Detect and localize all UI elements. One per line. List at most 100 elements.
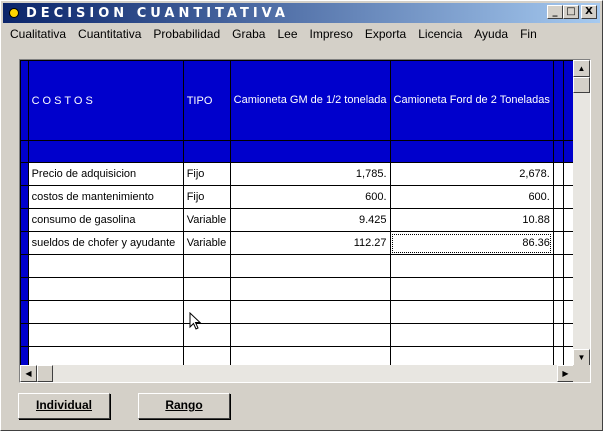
cell-tipo[interactable] — [182, 254, 231, 278]
menu-fin[interactable]: Fin — [513, 25, 542, 43]
cell-tipo[interactable]: Variable — [182, 231, 231, 255]
cell-v3[interactable] — [552, 231, 564, 255]
minimize-button[interactable]: _ — [547, 5, 563, 19]
cell-v3[interactable] — [552, 185, 564, 209]
horizontal-scrollbar[interactable]: ◀ ▶ — [20, 365, 574, 382]
cell-v1[interactable] — [229, 323, 391, 347]
cell-v1[interactable] — [229, 277, 391, 301]
header-col1[interactable]: Camioneta GM de 1/2 tonelada — [229, 60, 391, 141]
table-row — [20, 277, 574, 301]
scroll-down-button[interactable]: ▼ — [573, 349, 590, 366]
cell-costo[interactable]: Precio de adquisicion — [27, 162, 184, 186]
cell-v4[interactable] — [562, 208, 574, 232]
header-costos[interactable]: COSTOS — [27, 60, 184, 141]
header-col3[interactable] — [552, 60, 564, 141]
scroll-up-button[interactable]: ▲ — [573, 60, 590, 77]
cell-tipo[interactable] — [182, 346, 231, 366]
cell-costo[interactable]: sueldos de chofer y ayudante — [27, 231, 184, 255]
cell-v1[interactable] — [229, 300, 391, 324]
row-header[interactable] — [20, 208, 29, 232]
cell-tipo[interactable]: Variable — [182, 208, 231, 232]
title-bar[interactable]: DECISION CUANTITATIVA _ □ X — [3, 3, 600, 23]
cell-tipo[interactable] — [182, 277, 231, 301]
cell-v4[interactable] — [562, 162, 574, 186]
scroll-right-button[interactable]: ▶ — [557, 365, 574, 382]
sun-icon[interactable] — [6, 5, 22, 21]
cell-v1[interactable]: 112.27 — [229, 231, 391, 255]
cell-costo[interactable]: consumo de gasolina — [27, 208, 184, 232]
cell-costo[interactable] — [27, 277, 184, 301]
cell-v1[interactable] — [229, 254, 391, 278]
cell-v4[interactable] — [562, 254, 574, 278]
cell-v3[interactable] — [552, 277, 564, 301]
corner-cell — [20, 60, 29, 141]
cell-costo[interactable] — [27, 323, 184, 347]
cell-v2[interactable] — [389, 300, 554, 324]
close-button[interactable]: X — [581, 5, 597, 19]
header-tipo[interactable]: TIPO — [182, 60, 231, 141]
menu-impreso[interactable]: Impreso — [303, 25, 358, 43]
row-header[interactable] — [20, 277, 29, 301]
row-header[interactable] — [20, 185, 29, 209]
cell-v4[interactable] — [562, 346, 574, 366]
menu-probabilidad[interactable]: Probabilidad — [146, 25, 225, 43]
cell-v4[interactable] — [562, 323, 574, 347]
cell-costo[interactable]: costos de mantenimiento — [27, 185, 184, 209]
table-row: Precio de adquisicion Fijo 1,785. 2,678. — [20, 162, 574, 186]
menu-ayuda[interactable]: Ayuda — [467, 25, 513, 43]
header-col2[interactable]: Camioneta Ford de 2 Toneladas — [389, 60, 554, 141]
cell-v2[interactable] — [389, 254, 554, 278]
cell-v2-selected[interactable]: 86.36 — [389, 231, 554, 255]
menu-cuantitativa[interactable]: Cuantitativa — [71, 25, 146, 43]
cell-v2[interactable]: 600. — [389, 185, 554, 209]
menu-graba[interactable]: Graba — [225, 25, 270, 43]
cell-costo[interactable] — [27, 300, 184, 324]
cell-v2[interactable] — [389, 277, 554, 301]
cell-v3[interactable] — [552, 162, 564, 186]
row-header[interactable] — [20, 254, 29, 278]
cell-v4[interactable] — [562, 300, 574, 324]
menu-lee[interactable]: Lee — [270, 25, 302, 43]
menu-cualitativa[interactable]: Cualitativa — [3, 25, 71, 43]
row-header[interactable] — [20, 346, 29, 366]
cell-v4[interactable] — [562, 231, 574, 255]
cell-v1[interactable]: 600. — [229, 185, 391, 209]
vertical-scrollbar[interactable]: ▲ ▼ — [573, 60, 590, 366]
row-header[interactable] — [20, 300, 29, 324]
row-header[interactable] — [20, 323, 29, 347]
header-row: COSTOS TIPO Camioneta GM de 1/2 tonelada… — [20, 60, 574, 141]
cell-v4[interactable] — [562, 185, 574, 209]
menu-licencia[interactable]: Licencia — [411, 25, 467, 43]
cell-v4[interactable] — [562, 277, 574, 301]
cell-v3[interactable] — [552, 346, 564, 366]
rango-button[interactable]: Rango — [138, 393, 230, 419]
row-header[interactable] — [20, 231, 29, 255]
data-grid[interactable]: COSTOS TIPO Camioneta GM de 1/2 tonelada… — [19, 59, 591, 383]
cell-v3[interactable] — [552, 300, 564, 324]
individual-button[interactable]: Individual — [18, 393, 110, 419]
cell-v2[interactable]: 10.88 — [389, 208, 554, 232]
cell-costo[interactable] — [27, 346, 184, 366]
horizontal-scroll-thumb[interactable] — [37, 365, 53, 382]
table-row: consumo de gasolina Variable 9.425 10.88 — [20, 208, 574, 232]
maximize-button[interactable]: □ — [563, 5, 579, 19]
cell-v3[interactable] — [552, 254, 564, 278]
cell-v1[interactable]: 1,785. — [229, 162, 391, 186]
cell-v2[interactable]: 2,678. — [389, 162, 554, 186]
table-row: costos de mantenimiento Fijo 600. 600. — [20, 185, 574, 209]
vertical-scroll-thumb[interactable] — [573, 77, 590, 93]
cell-v3[interactable] — [552, 323, 564, 347]
cell-v1[interactable]: 9.425 — [229, 208, 391, 232]
cell-costo[interactable] — [27, 254, 184, 278]
table-row — [20, 346, 574, 366]
menu-exporta[interactable]: Exporta — [358, 25, 411, 43]
row-header[interactable] — [20, 162, 29, 186]
cell-v2[interactable] — [389, 323, 554, 347]
cell-tipo[interactable]: Fijo — [182, 162, 231, 186]
cell-v3[interactable] — [552, 208, 564, 232]
cell-v1[interactable] — [229, 346, 391, 366]
scroll-left-button[interactable]: ◀ — [20, 365, 37, 382]
header-col4[interactable] — [562, 60, 574, 141]
cell-tipo[interactable]: Fijo — [182, 185, 231, 209]
cell-v2[interactable] — [389, 346, 554, 366]
